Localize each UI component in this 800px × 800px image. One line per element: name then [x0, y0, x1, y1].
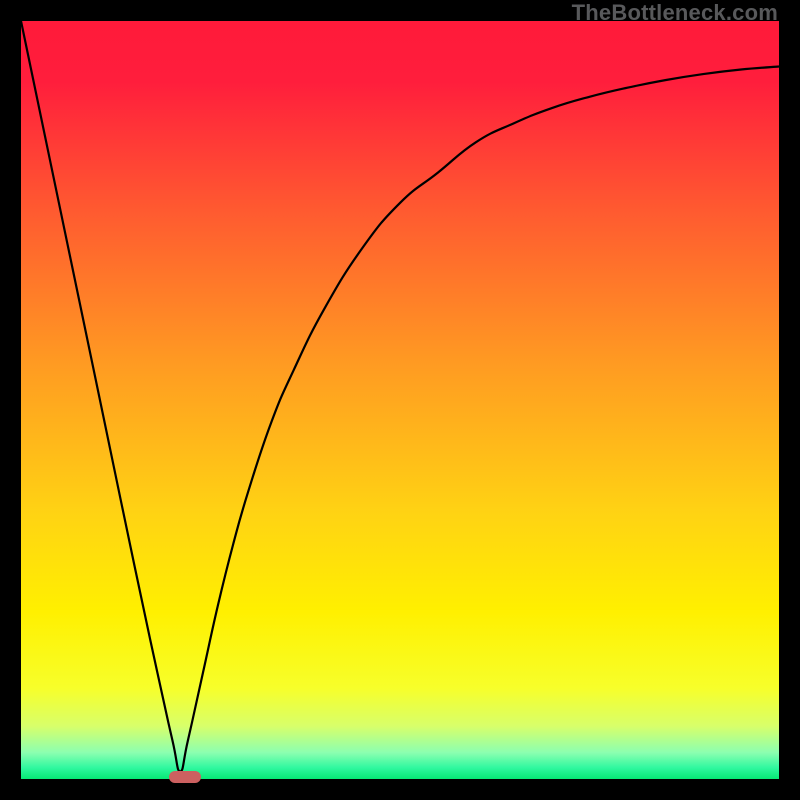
optimal-marker — [169, 771, 201, 783]
chart-background — [21, 21, 779, 779]
outer-frame: TheBottleneck.com — [0, 0, 800, 800]
bottleneck-chart — [21, 21, 779, 779]
